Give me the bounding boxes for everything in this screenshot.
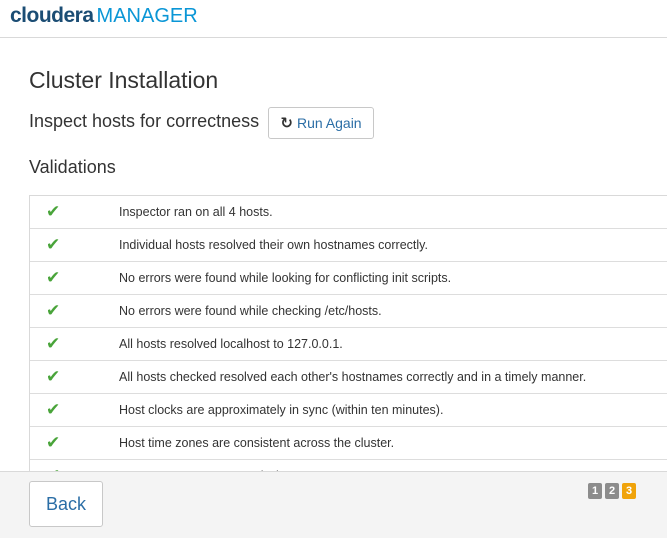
check-icon: ✔ [46, 202, 61, 221]
run-again-label: Run Again [296, 115, 362, 131]
page-subtitle: Inspect hosts for correctness [29, 111, 260, 131]
validation-row: ✔ Host clocks are approximately in sync (… [30, 394, 667, 427]
validations-table[interactable]: ✔ Inspector ran on all 4 hosts. ✔ Individua… [29, 195, 667, 472]
validation-message: All hosts resolved localhost to 127.0.0.… [119, 337, 343, 351]
validation-message: Host time zones are consistent across th… [119, 436, 395, 450]
validation-row: ✔ Inspector ran on all 4 hosts. [30, 196, 667, 229]
validation-message: Individual hosts resolved their own host… [119, 238, 428, 252]
top-header: cloudera MANAGER [0, 0, 667, 38]
validation-row: ✔ Host time zones are consistent across t… [30, 427, 667, 460]
wizard-footer: Back 123 [0, 471, 667, 538]
validation-row: ✔ Individual hosts resolved their own hos… [30, 229, 667, 262]
check-icon: ✔ [46, 334, 61, 353]
wizard-step-3: 3 [622, 483, 636, 499]
page-title: Cluster Installation [29, 67, 219, 93]
logo-product: MANAGER [96, 5, 198, 27]
wizard-step-1: 1 [588, 483, 602, 499]
validation-message: No errors were found while looking for c… [119, 271, 452, 285]
validation-row: ✔ No errors were found while checking /et… [30, 295, 667, 328]
validation-row: ✔ All hosts resolved localhost to 127.0.0… [30, 328, 667, 361]
validations-title: Validations [29, 157, 116, 177]
validation-message: Host clocks are approximately in sync (w… [119, 403, 444, 417]
check-icon: ✔ [46, 433, 61, 452]
wizard-step-indicator: 123 [588, 483, 636, 499]
validation-row: ✔ All hosts checked resolved each other's… [30, 361, 667, 394]
check-icon: ✔ [46, 367, 61, 386]
wizard-step-2: 2 [605, 483, 619, 499]
validation-message: All hosts checked resolved each other's … [119, 370, 587, 384]
check-icon: ✔ [46, 301, 61, 320]
run-again-button[interactable]: ↻ Run Again [268, 107, 374, 139]
check-icon: ✔ [46, 268, 61, 287]
cloudera-manager-logo[interactable]: cloudera MANAGER [10, 3, 198, 29]
validation-message: Inspector ran on all 4 hosts. [119, 205, 273, 219]
back-button[interactable]: Back [29, 481, 103, 527]
validation-message: No errors were found while checking /etc… [119, 304, 382, 318]
check-icon: ✔ [46, 400, 61, 419]
logo-brand: cloudera [10, 4, 94, 27]
check-icon: ✔ [46, 235, 61, 254]
refresh-icon: ↻ [280, 115, 293, 132]
validation-row: ✔ No errors were found while looking for … [30, 262, 667, 295]
